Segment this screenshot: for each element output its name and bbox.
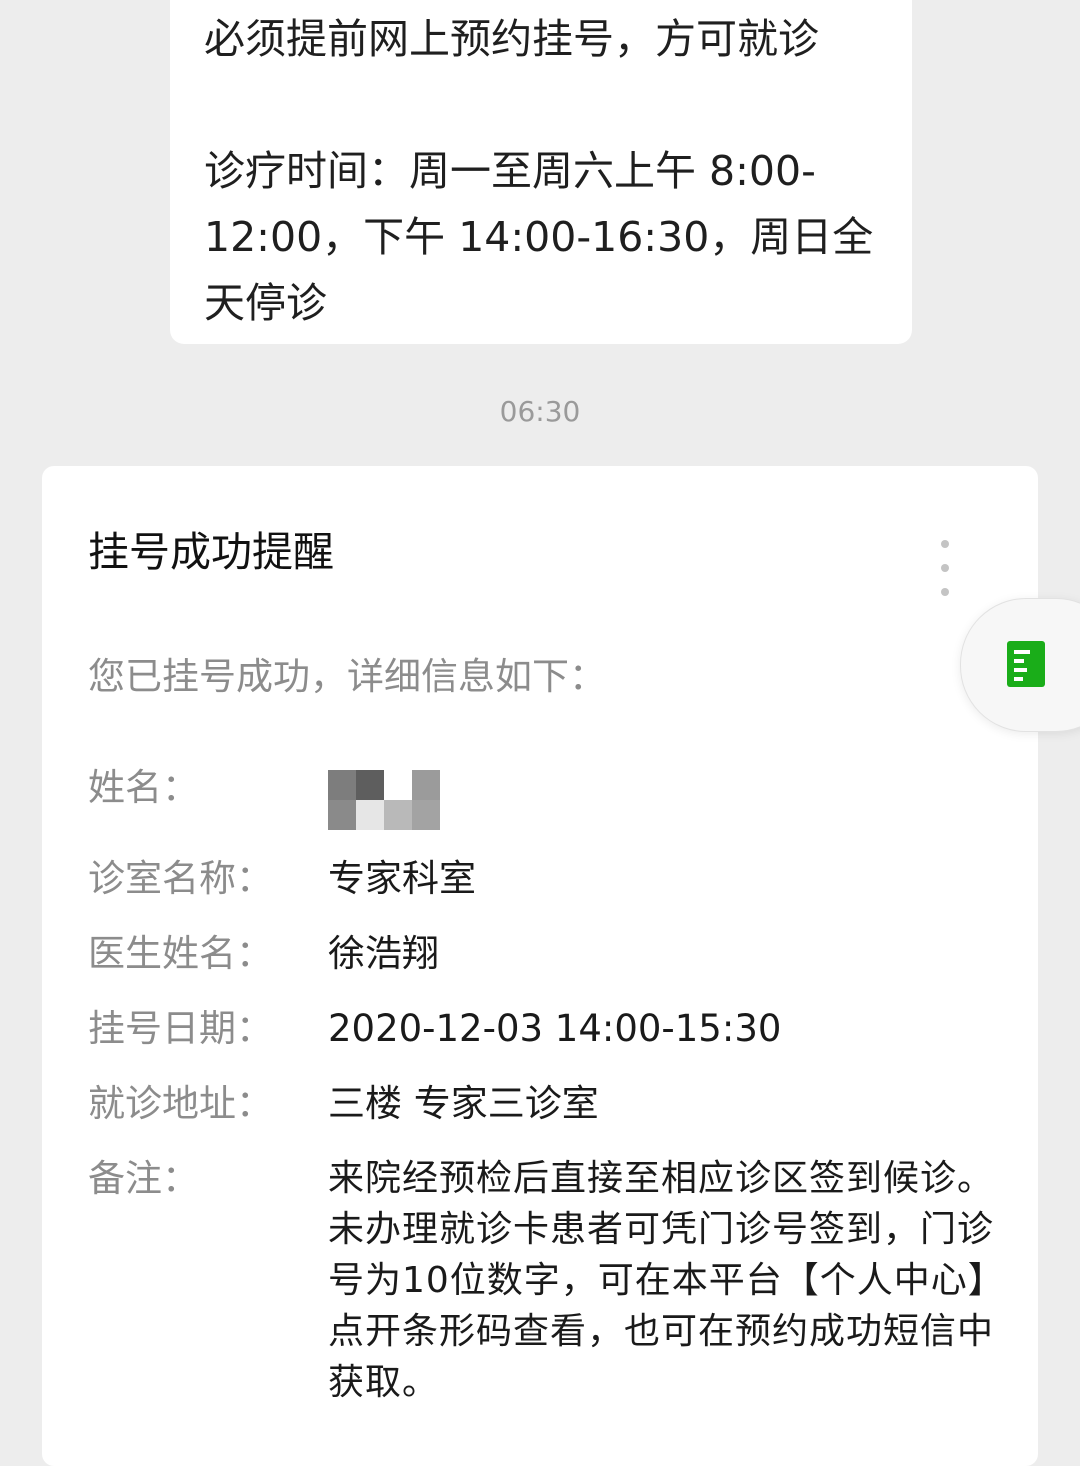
note-label: 备注： [88, 1157, 199, 1200]
doctor-label: 医生姓名： [88, 932, 273, 975]
date-label: 挂号日期： [88, 1007, 273, 1050]
detail-row-address: 就诊地址： 三楼 专家三诊室 [88, 1078, 998, 1130]
pixelated-name-image [328, 770, 440, 830]
message-line: 必须提前网上预约挂号，方可就诊 [204, 15, 819, 63]
doctor-value: 徐浩翔 [328, 932, 439, 975]
detail-row-room: 诊室名称： 专家科室 [88, 853, 998, 905]
more-vertical-icon[interactable] [938, 540, 952, 596]
name-label: 姓名： [88, 766, 199, 809]
note-value: 来院经预检后直接至相应诊区签到候诊。未办理就诊卡患者可凭门诊号签到，门诊号为10… [328, 1158, 995, 1403]
date-value: 2020-12-03 14:00-15:30 [328, 1007, 782, 1050]
address-value: 三楼 专家三诊室 [328, 1082, 599, 1125]
floating-document-button[interactable] [960, 598, 1080, 732]
previous-message-bubble: 必须提前网上预约挂号，方可就诊 诊疗时间：周一至周六上午 8:00-12:00，… [170, 0, 912, 344]
detail-row-doctor: 医生姓名： 徐浩翔 [88, 928, 998, 980]
card-intro-text: 您已挂号成功，详细信息如下： [88, 655, 606, 698]
address-label: 就诊地址： [88, 1082, 273, 1125]
room-value: 专家科室 [328, 857, 476, 900]
detail-row-name: 姓名： [88, 762, 998, 830]
card-title: 挂号成功提醒 [88, 528, 334, 576]
detail-row-note: 备注： 来院经预检后直接至相应诊区签到候诊。未办理就诊卡患者可凭门诊号签到，门诊… [88, 1153, 998, 1408]
patient-name-redacted [328, 762, 998, 830]
document-icon [1007, 641, 1045, 687]
message-timestamp: 06:30 [499, 395, 581, 428]
registration-success-card[interactable]: 挂号成功提醒 您已挂号成功，详细信息如下： 姓名： 诊室名称： 专家科室 医生姓… [42, 466, 1038, 1466]
clinic-hours-text: 诊疗时间：周一至周六上午 8:00-12:00，下午 14:00-16:30，周… [204, 147, 874, 327]
detail-row-date: 挂号日期： 2020-12-03 14:00-15:30 [88, 1003, 998, 1055]
room-label: 诊室名称： [88, 857, 273, 900]
detail-list: 姓名： 诊室名称： 专家科室 医生姓名： 徐浩翔 挂号日期： 2020-12-0… [88, 762, 998, 1431]
